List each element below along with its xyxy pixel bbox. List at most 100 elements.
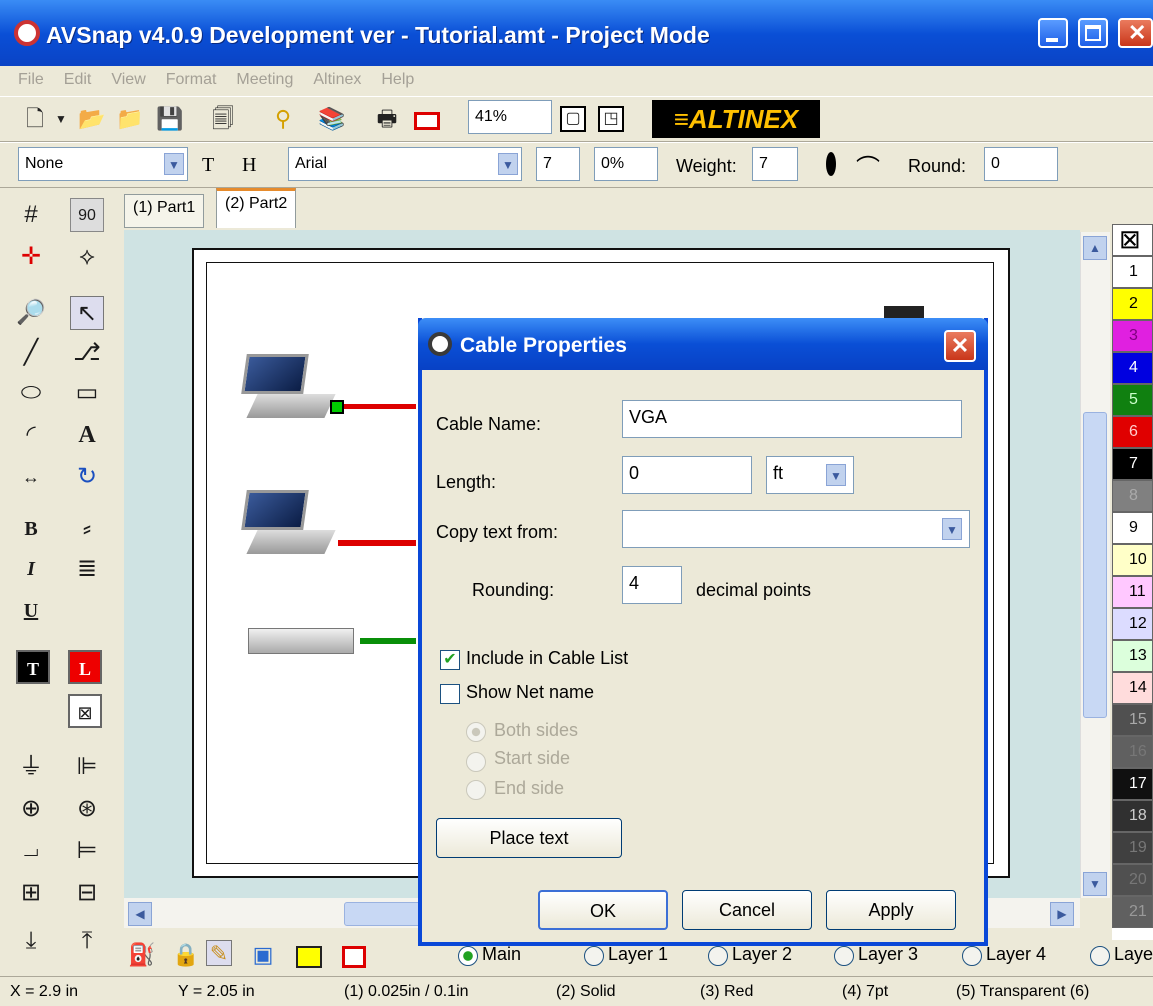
color-swatch-4[interactable]: 4 (1112, 352, 1153, 384)
maximize-button[interactable] (1078, 18, 1108, 48)
layer-1-radio[interactable] (584, 946, 604, 966)
color-swatch-13[interactable]: 13 (1112, 640, 1153, 672)
scroll-up-icon[interactable]: ▲ (1083, 236, 1107, 260)
align-top-icon[interactable]: ⏗ (14, 834, 48, 868)
font-dropdown-icon[interactable]: ▼ (498, 153, 518, 175)
menu-file[interactable]: File (18, 71, 44, 89)
percent-field[interactable]: 0% (594, 147, 658, 181)
round-corner-icon[interactable]: ⌒ (856, 148, 880, 183)
align-icon[interactable]: ≣ (70, 552, 104, 586)
scroll-right-icon[interactable]: ▶ (1050, 902, 1074, 926)
scroll-down-icon[interactable]: ▼ (1083, 872, 1107, 896)
fill-color-icon[interactable]: ⊠ (68, 694, 102, 728)
color-swatch-9[interactable]: 9 (1112, 512, 1153, 544)
tab-part2[interactable]: (2) Part2 (216, 188, 297, 228)
vga-cable-red[interactable] (344, 404, 416, 409)
dvd-player[interactable] (248, 628, 354, 654)
tab-part1[interactable]: (1) Part1 (124, 194, 205, 228)
paint-bucket-icon[interactable]: ⛽ (128, 942, 155, 968)
color-swatch-17[interactable]: 17 (1112, 768, 1153, 800)
new-file-icon[interactable]: 🗋 (22, 106, 48, 132)
fit-page-icon[interactable]: ▢ (560, 106, 586, 132)
round-field[interactable]: 0 (984, 147, 1058, 181)
connector-icon[interactable]: ⚲ (270, 106, 296, 132)
line-icon[interactable]: ╱ (14, 336, 48, 370)
weight-field[interactable]: 7 (752, 147, 798, 181)
copy-text-select[interactable] (622, 510, 970, 548)
unit-dropdown-icon[interactable]: ▼ (826, 464, 846, 486)
both-sides-radio[interactable] (466, 722, 486, 742)
color-swatch-10[interactable]: 10 (1112, 544, 1153, 576)
dimension-icon[interactable]: ↔ (14, 460, 48, 494)
cancel-button[interactable]: Cancel (682, 890, 812, 930)
menu-altinex[interactable]: Altinex (313, 71, 361, 89)
copy-text-dropdown-icon[interactable]: ▼ (942, 518, 962, 540)
menu-format[interactable]: Format (166, 71, 217, 89)
menu-meeting[interactable]: Meeting (236, 71, 293, 89)
no-color-icon[interactable]: ⊠ (1112, 224, 1153, 256)
layer-2-radio[interactable] (708, 946, 728, 966)
apply-button[interactable]: Apply (826, 890, 956, 930)
border-red-icon[interactable] (342, 946, 366, 968)
new-dropdown-icon[interactable]: ▼ (48, 106, 74, 132)
connector-tool-icon[interactable]: ⎇ (70, 336, 104, 370)
line-end-icon[interactable] (826, 152, 836, 176)
bring-front-icon[interactable]: ⤒ (70, 924, 104, 958)
color-swatch-11[interactable]: 11 (1112, 576, 1153, 608)
cable-endpoint-handle[interactable] (330, 400, 344, 414)
dialog-close-button[interactable]: ✕ (944, 330, 976, 362)
color-swatch-7[interactable]: 7 (1112, 448, 1153, 480)
lock-icon[interactable]: 🔒 (172, 942, 199, 968)
new-page-icon[interactable]: 🗐 (210, 106, 236, 132)
strikethrough-icon[interactable]: ⸗ (70, 512, 104, 546)
zoom-field[interactable]: 41% (468, 100, 552, 134)
style-select[interactable]: None (18, 147, 188, 181)
color-swatch-6[interactable]: 6 (1112, 416, 1153, 448)
color-swatch-5[interactable]: 5 (1112, 384, 1153, 416)
frame-icon[interactable] (414, 112, 440, 130)
point-edit-icon[interactable]: ⟡ (70, 240, 104, 274)
fill-yellow-icon[interactable] (296, 946, 322, 968)
color-swatch-2[interactable]: 2 (1112, 288, 1153, 320)
close-button[interactable]: ✕ (1118, 18, 1153, 48)
length-input[interactable]: 0 (622, 456, 752, 494)
fit-width-icon[interactable]: ◳ (598, 106, 624, 132)
layer-main-radio[interactable] (458, 946, 478, 966)
menu-view[interactable]: View (111, 71, 145, 89)
select-arrow-icon[interactable]: ↖ (70, 296, 104, 330)
ok-button[interactable]: OK (538, 890, 668, 930)
pencil-icon[interactable]: ✎ (206, 940, 232, 966)
start-side-radio[interactable] (466, 752, 486, 772)
align-right-icon[interactable]: ⊨ (70, 834, 104, 868)
layer-5-radio[interactable] (1090, 946, 1110, 966)
save-icon[interactable]: 💾 (156, 106, 183, 132)
color-swatch-12[interactable]: 12 (1112, 608, 1153, 640)
print-icon[interactable]: 🖶 (374, 106, 400, 132)
minimize-button[interactable] (1038, 18, 1068, 48)
layer-4-radio[interactable] (962, 946, 982, 966)
color-swatch-21[interactable]: 21 (1112, 896, 1153, 928)
color-swatch-15[interactable]: 15 (1112, 704, 1153, 736)
rectangle-icon[interactable]: ▭ (70, 376, 104, 410)
show-net-name-checkbox[interactable] (440, 684, 460, 704)
cable-name-input[interactable]: VGA (622, 400, 962, 438)
color-swatch-8[interactable]: 8 (1112, 480, 1153, 512)
menu-edit[interactable]: Edit (64, 71, 92, 89)
zoom-icon[interactable]: 🔎 (14, 296, 48, 330)
italic-icon[interactable]: I (14, 552, 48, 586)
send-back-icon[interactable]: ⤓ (14, 924, 48, 958)
color-swatch-14[interactable]: 14 (1112, 672, 1153, 704)
layer-properties-icon[interactable]: ▣ (250, 942, 276, 968)
underline-icon[interactable]: U (14, 594, 48, 628)
color-swatch-18[interactable]: 18 (1112, 800, 1153, 832)
laptop-1-screen[interactable] (241, 354, 309, 394)
open-folder-icon[interactable]: 📂 (78, 106, 105, 132)
cable-2-red[interactable] (338, 540, 416, 546)
line-color-icon[interactable]: L (68, 650, 102, 684)
rounding-input[interactable]: 4 (622, 566, 682, 604)
crosshair-icon[interactable]: ✛ (14, 240, 48, 274)
laptop-2-screen[interactable] (241, 490, 309, 530)
library-icon[interactable]: 📚 (318, 106, 345, 132)
ellipse-icon[interactable]: ⬭ (14, 376, 48, 410)
text-tool-icon[interactable]: A (70, 418, 104, 452)
